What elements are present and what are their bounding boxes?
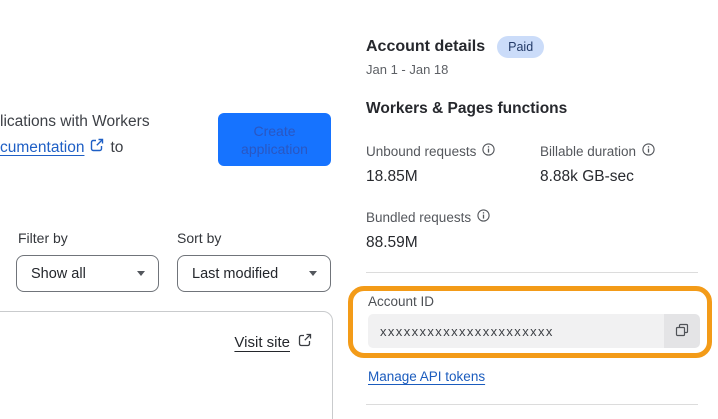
sort-dropdown-value: Last modified <box>192 265 279 282</box>
chevron-down-icon <box>137 271 145 276</box>
stat-label: Bundled requests <box>366 209 472 225</box>
stat-unbound-requests: Unbound requests 18.85M <box>366 143 495 186</box>
divider <box>366 272 698 273</box>
account-details-title: Account details <box>366 37 486 55</box>
divider <box>366 404 698 405</box>
intro-line-1: lications with Workers <box>0 113 150 130</box>
stat-label: Billable duration <box>540 143 637 159</box>
paid-plan-badge: Paid <box>497 36 545 58</box>
stat-value: 8.88k GB-sec <box>540 168 634 185</box>
copy-button[interactable] <box>664 314 700 348</box>
sort-by-label: Sort by <box>177 230 222 246</box>
account-id-field-group <box>368 314 700 348</box>
external-link-icon <box>90 135 104 161</box>
visit-site-link[interactable]: Visit site <box>234 334 290 351</box>
documentation-link[interactable]: cumentation <box>0 135 84 161</box>
chevron-down-icon <box>309 271 317 276</box>
stat-billable-duration: Billable duration 8.88k GB-sec <box>540 143 655 186</box>
visit-site: Visit site <box>234 333 312 352</box>
create-application-button[interactable]: Create application <box>218 113 331 166</box>
project-card: Visit site <box>0 311 333 419</box>
external-link-icon <box>298 333 312 352</box>
info-icon[interactable] <box>482 143 495 159</box>
intro-line-2-suffix: to <box>110 139 124 156</box>
info-icon[interactable] <box>642 143 655 159</box>
account-id-label: Account ID <box>368 294 435 309</box>
workers-pages-dashboard: lications with Workers cumentation to Cr… <box>0 0 718 419</box>
usage-section-title: Workers & Pages functions <box>366 100 568 117</box>
intro-line-2: cumentation to <box>0 135 150 161</box>
info-icon[interactable] <box>477 209 490 225</box>
account-id-input[interactable] <box>368 314 664 348</box>
stat-value: 88.59M <box>366 234 418 251</box>
filter-by-label: Filter by <box>18 230 68 246</box>
manage-api-tokens-link[interactable]: Manage API tokens <box>368 369 485 384</box>
filter-dropdown-value: Show all <box>31 265 86 282</box>
stat-label: Unbound requests <box>366 143 477 159</box>
date-range: Jan 1 - Jan 18 <box>366 62 449 77</box>
stat-bundled-requests: Bundled requests 88.59M <box>366 209 490 252</box>
sort-dropdown[interactable]: Last modified <box>177 255 331 292</box>
intro-text: lications with Workers cumentation to <box>0 109 150 161</box>
filter-dropdown[interactable]: Show all <box>16 255 159 292</box>
account-details-header: Account details Paid <box>366 36 545 58</box>
stat-value: 18.85M <box>366 168 418 185</box>
copy-icon <box>674 322 690 341</box>
